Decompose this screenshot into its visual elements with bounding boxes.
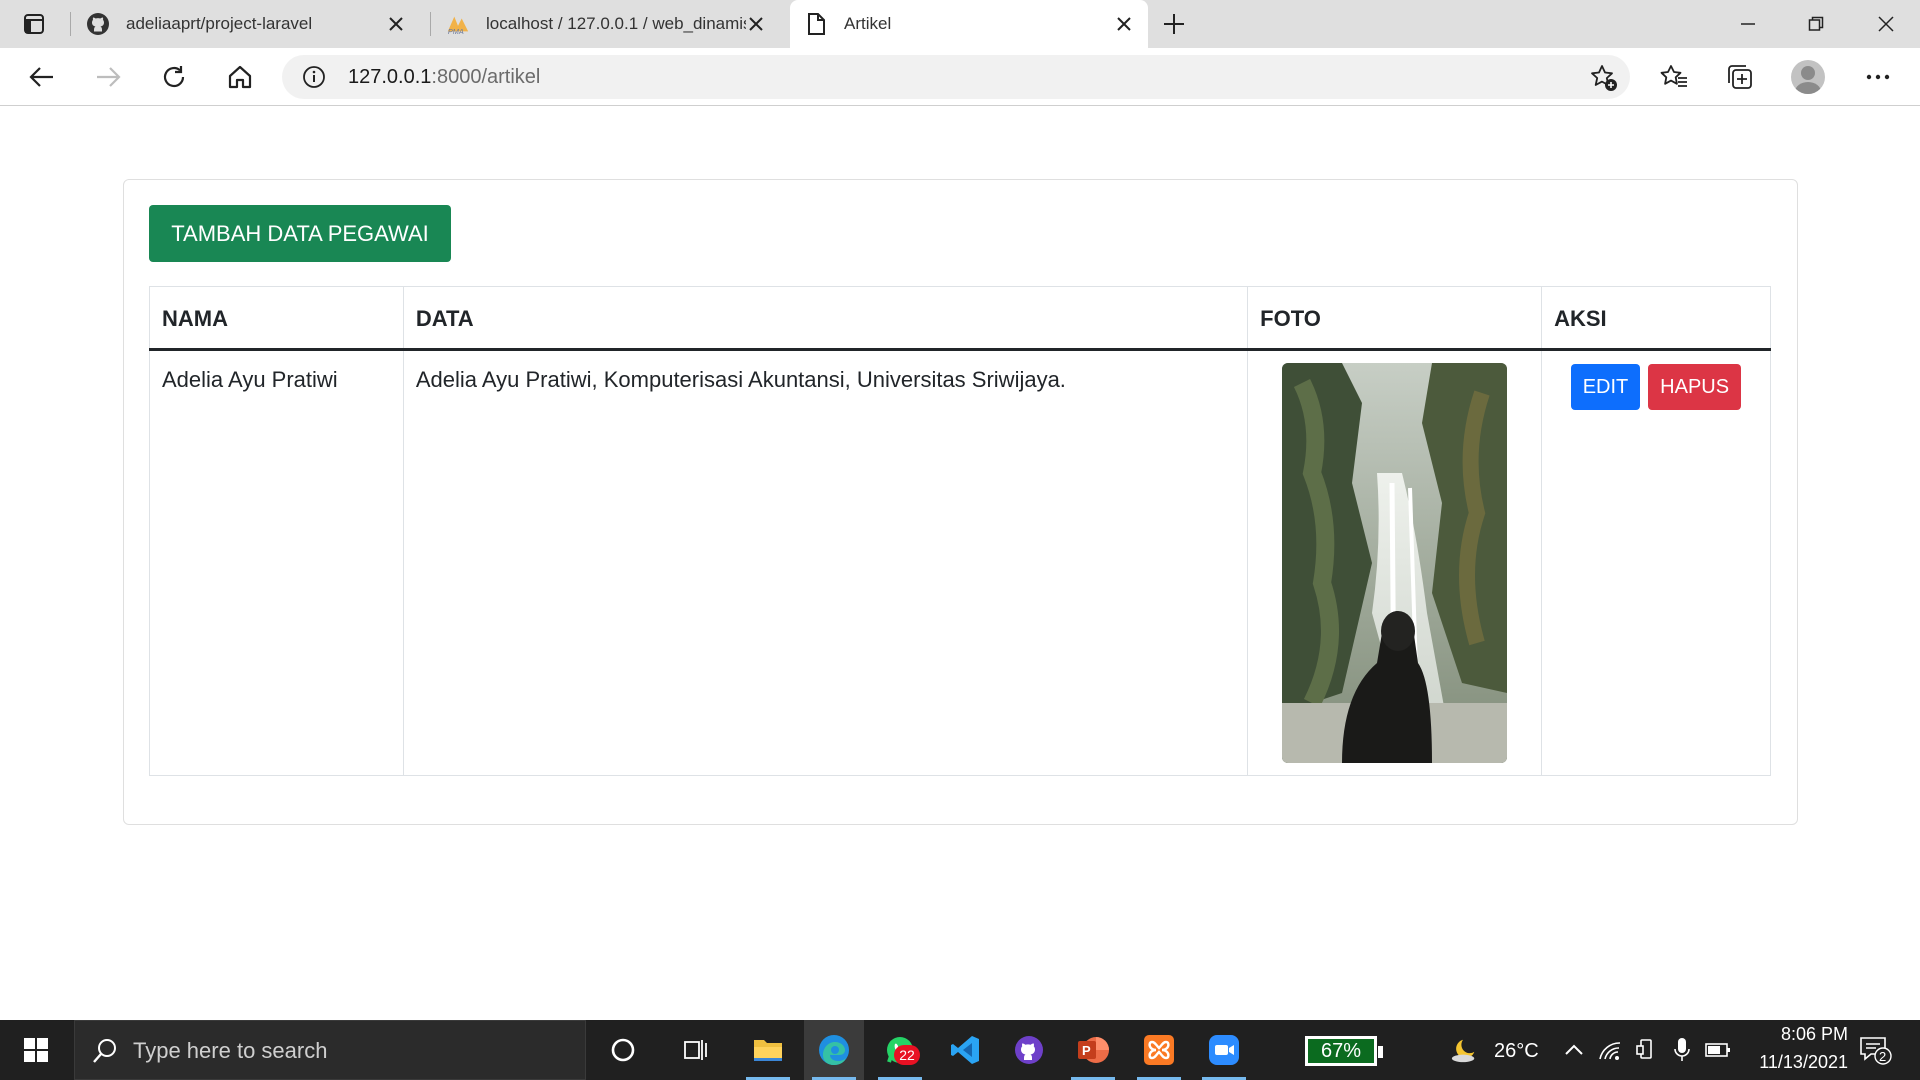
column-header-data: DATA: [402, 286, 1249, 351]
device-icon[interactable]: [1632, 1036, 1660, 1064]
notifications-icon[interactable]: 2: [1858, 1034, 1894, 1066]
page-icon: [804, 12, 828, 36]
url-path: :8000/artikel: [431, 66, 541, 88]
tab-actions-icon[interactable]: [14, 8, 54, 40]
new-tab-button[interactable]: [1158, 8, 1190, 40]
column-header-foto: FOTO: [1247, 286, 1543, 351]
close-icon[interactable]: [1112, 12, 1136, 36]
info-icon[interactable]: [302, 65, 326, 89]
browser-tab-bar: adeliaaprt/project-laravel PMA localhost…: [0, 0, 1920, 48]
clock-date[interactable]: 11/13/2021: [1730, 1052, 1848, 1073]
battery-percentage-widget[interactable]: 67%: [1305, 1036, 1383, 1066]
cell-nama: Adelia Ayu Pratiwi: [149, 349, 404, 776]
vscode-icon[interactable]: [935, 1020, 995, 1080]
weather-temperature[interactable]: 26°C: [1494, 1040, 1539, 1063]
notification-count: 2: [1879, 1049, 1886, 1064]
close-icon[interactable]: [744, 12, 768, 36]
table-row: Adelia Ayu Pratiwi Adelia Ayu Pratiwi, K…: [149, 349, 1771, 776]
close-window-button[interactable]: [1852, 0, 1920, 48]
address-bar[interactable]: 127.0.0.1:8000/artikel: [282, 55, 1630, 99]
url-host: 127.0.0.1: [348, 66, 432, 88]
powerpoint-icon[interactable]: P: [1063, 1020, 1123, 1080]
battery-icon[interactable]: [1704, 1036, 1732, 1064]
xampp-icon[interactable]: [1129, 1020, 1189, 1080]
microphone-icon[interactable]: [1668, 1036, 1696, 1064]
tab-github[interactable]: adeliaaprt/project-laravel: [86, 0, 420, 48]
column-header-aksi: AKSI: [1541, 286, 1771, 351]
employee-table: NAMA DATA FOTO AKSI Adelia Ayu Pratiwi A…: [149, 286, 1771, 776]
tab-phpmyadmin[interactable]: PMA localhost / 127.0.0.1 / web_dinamis: [446, 0, 780, 48]
github-desktop-icon[interactable]: [999, 1020, 1059, 1080]
taskbar-search-box[interactable]: Type here to search: [74, 1020, 586, 1080]
task-view-icon[interactable]: [666, 1020, 726, 1080]
search-icon: [91, 1037, 119, 1065]
weather-moon-icon[interactable]: [1450, 1036, 1478, 1064]
zoom-icon[interactable]: [1194, 1020, 1254, 1080]
profile-avatar[interactable]: [1791, 60, 1825, 94]
search-placeholder: Type here to search: [133, 1038, 328, 1063]
column-header-nama: NAMA: [149, 286, 404, 351]
cortana-icon[interactable]: [593, 1020, 653, 1080]
minimize-button[interactable]: [1714, 0, 1782, 48]
phpmyadmin-icon: PMA: [446, 12, 470, 36]
cell-foto: [1247, 349, 1543, 776]
tab-separator: [70, 12, 71, 36]
github-icon: [86, 12, 110, 36]
home-button[interactable]: [220, 58, 260, 96]
file-explorer-icon[interactable]: [738, 1020, 798, 1080]
collections-icon[interactable]: [1720, 58, 1760, 96]
close-icon[interactable]: [384, 12, 408, 36]
favorites-icon[interactable]: [1654, 58, 1694, 96]
chevron-up-icon[interactable]: [1560, 1036, 1588, 1064]
edit-button[interactable]: EDIT: [1570, 364, 1640, 410]
whatsapp-unread-badge: 22: [894, 1045, 920, 1065]
add-employee-button[interactable]: TAMBAH DATA PEGAWAI: [149, 205, 451, 262]
table-header-row: NAMA DATA FOTO AKSI: [149, 286, 1771, 351]
tab-title: Artikel: [844, 14, 892, 33]
tab-separator: [430, 12, 431, 36]
tab-title: localhost / 127.0.0.1 / web_dinamis: [486, 14, 746, 33]
tab-title: adeliaaprt/project-laravel: [126, 14, 313, 33]
start-button[interactable]: [0, 1020, 72, 1080]
cell-aksi: EDIT HAPUS: [1541, 349, 1771, 776]
reload-button[interactable]: [154, 58, 194, 96]
restore-button[interactable]: [1782, 0, 1850, 48]
back-button[interactable]: [22, 58, 62, 96]
edge-icon[interactable]: [804, 1020, 864, 1080]
tab-artikel[interactable]: Artikel: [790, 0, 1148, 48]
add-favorite-icon[interactable]: [1590, 64, 1617, 91]
forward-button[interactable]: [88, 58, 128, 96]
waterfall-photo: [1282, 363, 1508, 763]
clock-time[interactable]: 8:06 PM: [1752, 1024, 1848, 1045]
svg-text:PMA: PMA: [448, 27, 464, 36]
more-menu-icon[interactable]: [1858, 58, 1898, 96]
wifi-icon[interactable]: [1596, 1036, 1624, 1064]
url-text[interactable]: 127.0.0.1:8000/artikel: [348, 66, 540, 89]
delete-button[interactable]: HAPUS: [1648, 364, 1742, 410]
cell-data: Adelia Ayu Pratiwi, Komputerisasi Akunta…: [402, 349, 1249, 776]
svg-text:P: P: [1082, 1043, 1091, 1058]
browser-toolbar: 127.0.0.1:8000/artikel: [0, 48, 1920, 106]
